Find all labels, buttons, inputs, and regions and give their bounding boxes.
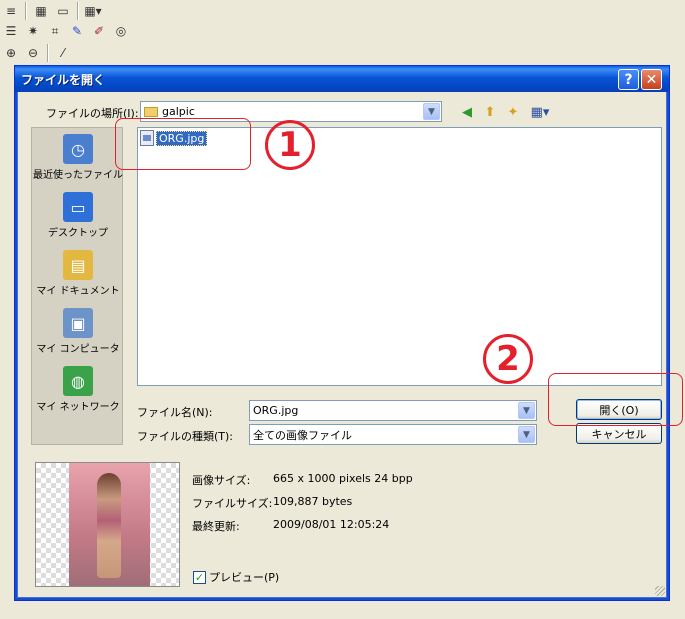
lines-icon[interactable]: ☰ xyxy=(0,21,22,41)
cancel-button[interactable]: キャンセル xyxy=(576,423,662,444)
chevron-down-icon[interactable]: ▼ xyxy=(423,103,440,120)
image-preview xyxy=(35,462,180,587)
place-my-computer[interactable]: ▣ マイ コンピュータ xyxy=(32,304,124,361)
info-label: 最終更新: xyxy=(192,520,240,533)
place-recent[interactable]: ◷ 最近使ったファイル xyxy=(32,130,124,187)
ruler-icon[interactable]: ▭ xyxy=(52,1,74,21)
burst-icon[interactable]: ✷ xyxy=(22,21,44,41)
my-documents-icon: ▤ xyxy=(63,250,93,280)
annotation-number-2: 2 xyxy=(483,334,533,384)
checkmark-icon[interactable]: ✓ xyxy=(193,570,206,584)
place-label: デスクトップ xyxy=(48,228,108,239)
help-button[interactable]: ? xyxy=(618,69,639,90)
annotation-box-1 xyxy=(115,118,251,170)
my-computer-icon: ▣ xyxy=(63,308,93,338)
sharpen-icon[interactable]: ⌗ xyxy=(44,21,66,41)
new-folder-icon[interactable]: ✦ xyxy=(504,103,522,121)
lookin-value: galpic xyxy=(162,105,195,118)
my-network-icon: ◍ xyxy=(63,366,93,396)
info-label: ファイルサイズ: xyxy=(192,497,273,510)
toolbar-row-1: ≡ ▦ ▭ ▦▾ xyxy=(0,0,104,22)
place-label: マイ ドキュメント xyxy=(36,286,120,297)
filename-value: ORG.jpg xyxy=(253,404,299,417)
table-icon[interactable]: ▦▾ xyxy=(82,1,104,21)
place-my-network[interactable]: ◍ マイ ネットワーク xyxy=(32,362,124,419)
view-menu-icon[interactable]: ▦▾ xyxy=(527,103,553,121)
back-icon[interactable]: ◀ xyxy=(458,103,476,121)
filetype-value: 全ての画像ファイル xyxy=(253,428,352,442)
preview-photo xyxy=(69,463,150,586)
annotation-box-2 xyxy=(548,373,683,426)
info-value: 2009/08/01 12:05:24 xyxy=(273,518,390,531)
app-toolbar: ≡ ▦ ▭ ▦▾ ☰ ✷ ⌗ ✎ ✐ ◎ ⊕ ⊖ ⁄ xyxy=(0,0,685,68)
dialog-title: ファイルを開く xyxy=(21,72,106,87)
toolbar-row-3: ⊕ ⊖ ⁄ xyxy=(0,42,74,64)
toolbar-row-2: ☰ ✷ ⌗ ✎ ✐ ◎ xyxy=(0,20,132,42)
place-label: 最近使ったファイル xyxy=(33,170,123,181)
place-desktop[interactable]: ▭ デスクトップ xyxy=(32,188,124,245)
place-label: マイ コンピュータ xyxy=(36,344,120,355)
preview-figure xyxy=(97,473,121,578)
chevron-down-icon[interactable]: ▼ xyxy=(518,402,535,419)
desktop-icon: ▭ xyxy=(63,192,93,222)
preview-checkbox[interactable]: ✓ プレビュー(P) xyxy=(193,569,279,585)
annotation-number-1: 1 xyxy=(265,120,315,170)
recent-documents-icon: ◷ xyxy=(63,134,93,164)
info-value: 109,887 bytes xyxy=(273,495,353,508)
places-bar: ◷ 最近使ったファイル ▭ デスクトップ ▤ マイ ドキュメント ▣ マイ コン… xyxy=(31,127,123,445)
filetype-label: ファイルの種類(T): xyxy=(137,430,234,443)
info-value: 665 x 1000 pixels 24 bpp xyxy=(273,472,413,485)
align-icon[interactable]: ≡ xyxy=(0,1,22,21)
brush-icon[interactable]: ✐ xyxy=(88,21,110,41)
pen-icon[interactable]: ✎ xyxy=(66,21,88,41)
filename-combo[interactable]: ORG.jpg ▼ xyxy=(249,400,537,421)
open-file-dialog: ファイルを開く ? ✕ ファイルの場所(I): galpic ▼ ◀ ⬆ ✦ ▦… xyxy=(14,65,670,601)
place-my-documents[interactable]: ▤ マイ ドキュメント xyxy=(32,246,124,303)
chevron-down-icon[interactable]: ▼ xyxy=(518,426,535,443)
zoom-out-icon[interactable]: ⊖ xyxy=(22,43,44,63)
grid-icon[interactable]: ▦ xyxy=(30,1,52,21)
folder-icon xyxy=(144,106,158,117)
zoom-in-icon[interactable]: ⊕ xyxy=(0,43,22,63)
info-label: 画像サイズ: xyxy=(192,474,251,487)
filename-label: ファイル名(N): xyxy=(137,406,213,419)
close-button[interactable]: ✕ xyxy=(641,69,662,90)
preview-checkbox-label: プレビュー(P) xyxy=(209,571,280,584)
eyedropper-icon[interactable]: ⁄ xyxy=(52,43,74,63)
spiral-icon[interactable]: ◎ xyxy=(110,21,132,41)
dialog-titlebar: ファイルを開く xyxy=(15,66,669,92)
resize-grip-icon[interactable] xyxy=(655,586,665,596)
place-label: マイ ネットワーク xyxy=(36,402,120,413)
filetype-combo[interactable]: 全ての画像ファイル ▼ xyxy=(249,424,537,445)
up-folder-icon[interactable]: ⬆ xyxy=(481,103,499,121)
